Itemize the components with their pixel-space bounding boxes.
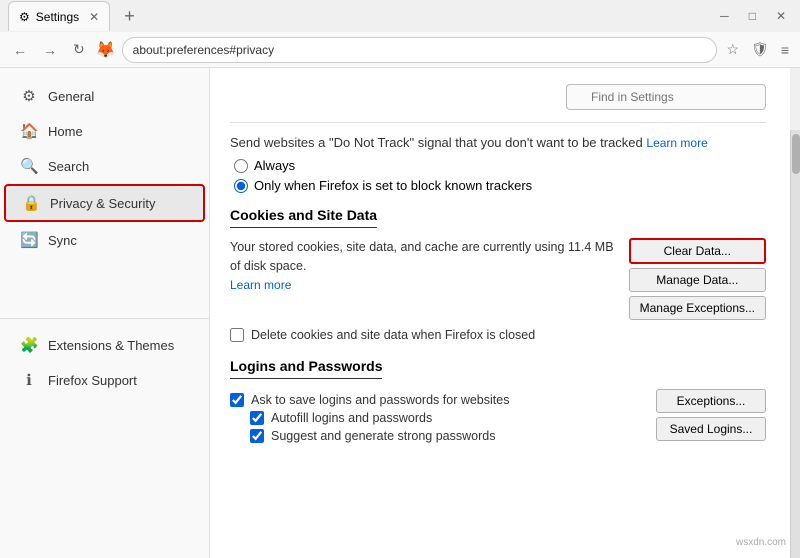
browser-tab[interactable]: ⚙ Settings ✕	[8, 1, 110, 31]
dnt-radio-only-when[interactable]	[234, 179, 248, 193]
find-wrapper: 🔍	[566, 84, 766, 110]
logins-items: Ask to save logins and passwords for web…	[230, 389, 646, 447]
dnt-radio-group: Always Only when Firefox is set to block…	[234, 158, 766, 193]
save-logins-row[interactable]: Ask to save logins and passwords for web…	[230, 393, 646, 407]
sidebar-item-privacy-label: Privacy & Security	[50, 196, 155, 211]
clear-data-button[interactable]: Clear Data...	[629, 238, 766, 264]
address-bar[interactable]	[122, 37, 718, 63]
window-controls: ─ □ ✕	[714, 7, 792, 25]
sidebar: ⚙ General 🏠 Home 🔍 Search 🔒 Privacy & Se…	[0, 68, 210, 558]
sidebar-item-general[interactable]: ⚙ General	[4, 79, 205, 113]
logins-row: Ask to save logins and passwords for web…	[230, 389, 766, 447]
dnt-text: Send websites a "Do Not Track" signal th…	[230, 135, 643, 150]
dnt-option-only-when[interactable]: Only when Firefox is set to block known …	[234, 178, 766, 193]
sidebar-item-extensions-label: Extensions & Themes	[48, 338, 174, 353]
search-icon: 🔍	[20, 157, 38, 175]
support-icon: ℹ	[20, 371, 38, 389]
logins-heading: Logins and Passwords	[230, 358, 382, 379]
sidebar-item-sync-label: Sync	[48, 233, 77, 248]
general-icon: ⚙	[20, 87, 38, 105]
delete-cookies-checkbox[interactable]	[230, 328, 244, 342]
title-bar: ⚙ Settings ✕ + ─ □ ✕	[0, 0, 800, 32]
menu-button[interactable]: ≡	[778, 39, 792, 61]
new-tab-button[interactable]: +	[118, 6, 141, 27]
sidebar-item-search[interactable]: 🔍 Search	[4, 149, 205, 183]
minimize-button[interactable]: ─	[714, 7, 735, 25]
delete-cookies-checkbox-row[interactable]: Delete cookies and site data when Firefo…	[230, 328, 766, 342]
tab-close-button[interactable]: ✕	[89, 10, 99, 24]
manage-exceptions-button[interactable]: Manage Exceptions...	[629, 296, 766, 320]
sidebar-item-support-label: Firefox Support	[48, 373, 137, 388]
suggest-passwords-row[interactable]: Suggest and generate strong passwords	[250, 429, 646, 443]
dnt-learn-more[interactable]: Learn more	[646, 136, 707, 150]
logins-buttons: Exceptions... Saved Logins...	[656, 389, 766, 441]
sidebar-item-home[interactable]: 🏠 Home	[4, 114, 205, 148]
extensions-icon: 🧩	[20, 336, 38, 354]
dnt-label: Send websites a "Do Not Track" signal th…	[230, 135, 766, 150]
close-button[interactable]: ✕	[770, 7, 792, 25]
bookmark-button[interactable]: ☆	[723, 38, 742, 61]
dnt-option-only-when-label: Only when Firefox is set to block known …	[254, 178, 532, 193]
cookies-section: Cookies and Site Data Your stored cookie…	[230, 207, 766, 342]
sync-icon: 🔄	[20, 231, 38, 249]
sidebar-item-support[interactable]: ℹ Firefox Support	[4, 363, 205, 397]
firefox-logo: 🦊	[96, 40, 116, 60]
sidebar-item-home-label: Home	[48, 124, 83, 139]
refresh-button[interactable]: ↻	[68, 38, 90, 61]
cookies-desc: Your stored cookies, site data, and cach…	[230, 238, 619, 294]
home-icon: 🏠	[20, 122, 38, 140]
maximize-button[interactable]: □	[743, 7, 762, 25]
find-bar: 🔍	[230, 84, 766, 110]
manage-data-button[interactable]: Manage Data...	[629, 268, 766, 292]
main-layout: ⚙ General 🏠 Home 🔍 Search 🔒 Privacy & Se…	[0, 68, 800, 558]
section-separator	[230, 122, 766, 123]
cookies-row: Your stored cookies, site data, and cach…	[230, 238, 766, 320]
exceptions-button[interactable]: Exceptions...	[656, 389, 766, 413]
privacy-icon: 🔒	[22, 194, 40, 212]
cookies-learn-more[interactable]: Learn more	[230, 278, 291, 292]
suggest-passwords-label: Suggest and generate strong passwords	[271, 429, 495, 443]
logins-section: Logins and Passwords Ask to save logins …	[230, 358, 766, 447]
autofill-checkbox[interactable]	[250, 411, 264, 425]
dnt-option-always[interactable]: Always	[234, 158, 766, 173]
suggest-passwords-checkbox[interactable]	[250, 429, 264, 443]
watermark: wsxdn.com	[736, 537, 786, 548]
cookies-desc-text: Your stored cookies, site data, and cach…	[230, 240, 614, 273]
sidebar-item-extensions[interactable]: 🧩 Extensions & Themes	[4, 328, 205, 362]
content-area: 🔍 Send websites a "Do Not Track" signal …	[210, 68, 790, 558]
delete-cookies-label: Delete cookies and site data when Firefo…	[251, 328, 535, 342]
cookies-heading: Cookies and Site Data	[230, 207, 377, 228]
sidebar-item-privacy[interactable]: 🔒 Privacy & Security	[4, 184, 205, 222]
sidebar-bottom: 🧩 Extensions & Themes ℹ Firefox Support	[0, 318, 209, 397]
autofill-label: Autofill logins and passwords	[271, 411, 432, 425]
save-logins-checkbox[interactable]	[230, 393, 244, 407]
forward-button[interactable]: →	[38, 39, 62, 61]
tab-title: Settings	[36, 10, 79, 24]
save-logins-label: Ask to save logins and passwords for web…	[251, 393, 509, 407]
cookies-buttons: Clear Data... Manage Data... Manage Exce…	[629, 238, 766, 320]
shield-button[interactable]: 🛡	[748, 38, 772, 61]
scrollbar[interactable]	[790, 130, 800, 558]
dnt-option-always-label: Always	[254, 158, 295, 173]
sidebar-item-general-label: General	[48, 89, 94, 104]
saved-logins-button[interactable]: Saved Logins...	[656, 417, 766, 441]
dnt-radio-always[interactable]	[234, 159, 248, 173]
sidebar-item-sync[interactable]: 🔄 Sync	[4, 223, 205, 257]
dnt-section: Send websites a "Do Not Track" signal th…	[230, 135, 766, 193]
autofill-row[interactable]: Autofill logins and passwords	[250, 411, 646, 425]
find-input[interactable]	[566, 84, 766, 110]
tab-favicon: ⚙	[19, 10, 30, 24]
sidebar-item-search-label: Search	[48, 159, 89, 174]
back-button[interactable]: ←	[8, 39, 32, 61]
nav-bar: ← → ↻ 🦊 ☆ 🛡 ≡	[0, 32, 800, 68]
